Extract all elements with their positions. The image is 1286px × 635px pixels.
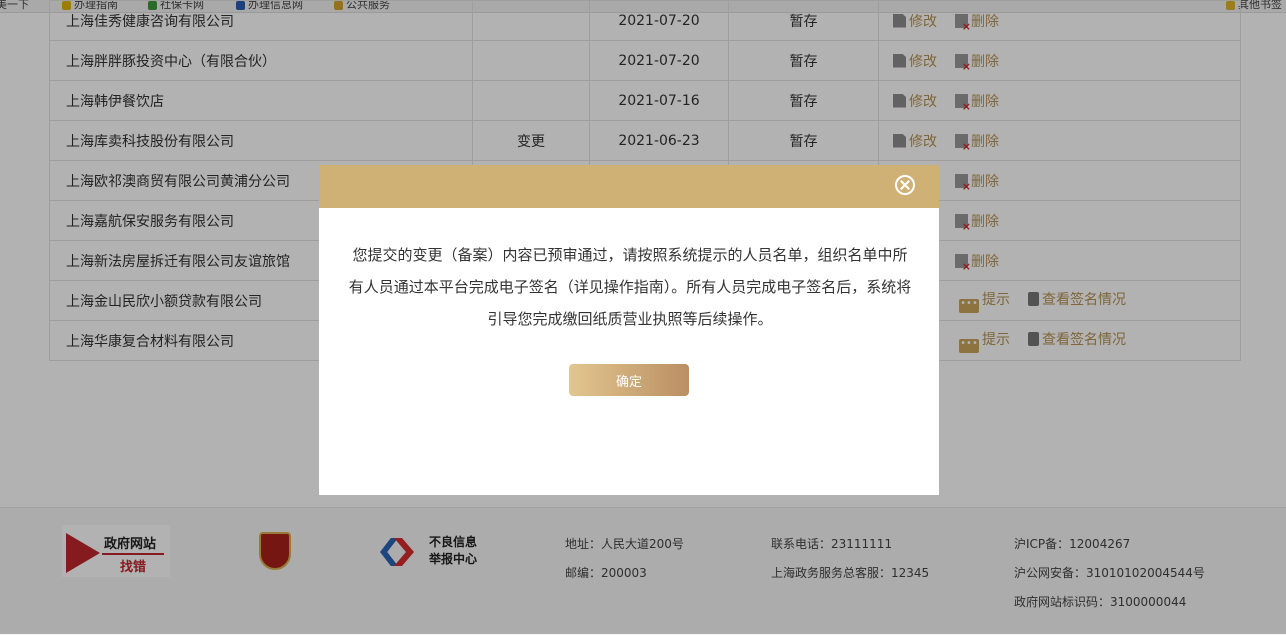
- close-icon[interactable]: [895, 175, 915, 195]
- dialog-header: [319, 165, 939, 208]
- notice-dialog: 您提交的变更（备案）内容已预审通过，请按照系统提示的人员名单，组织名单中所有人员…: [319, 165, 939, 495]
- dialog-message: 您提交的变更（备案）内容已预审通过，请按照系统提示的人员名单，组织名单中所有人员…: [348, 246, 912, 328]
- confirm-button[interactable]: 确定: [569, 364, 689, 396]
